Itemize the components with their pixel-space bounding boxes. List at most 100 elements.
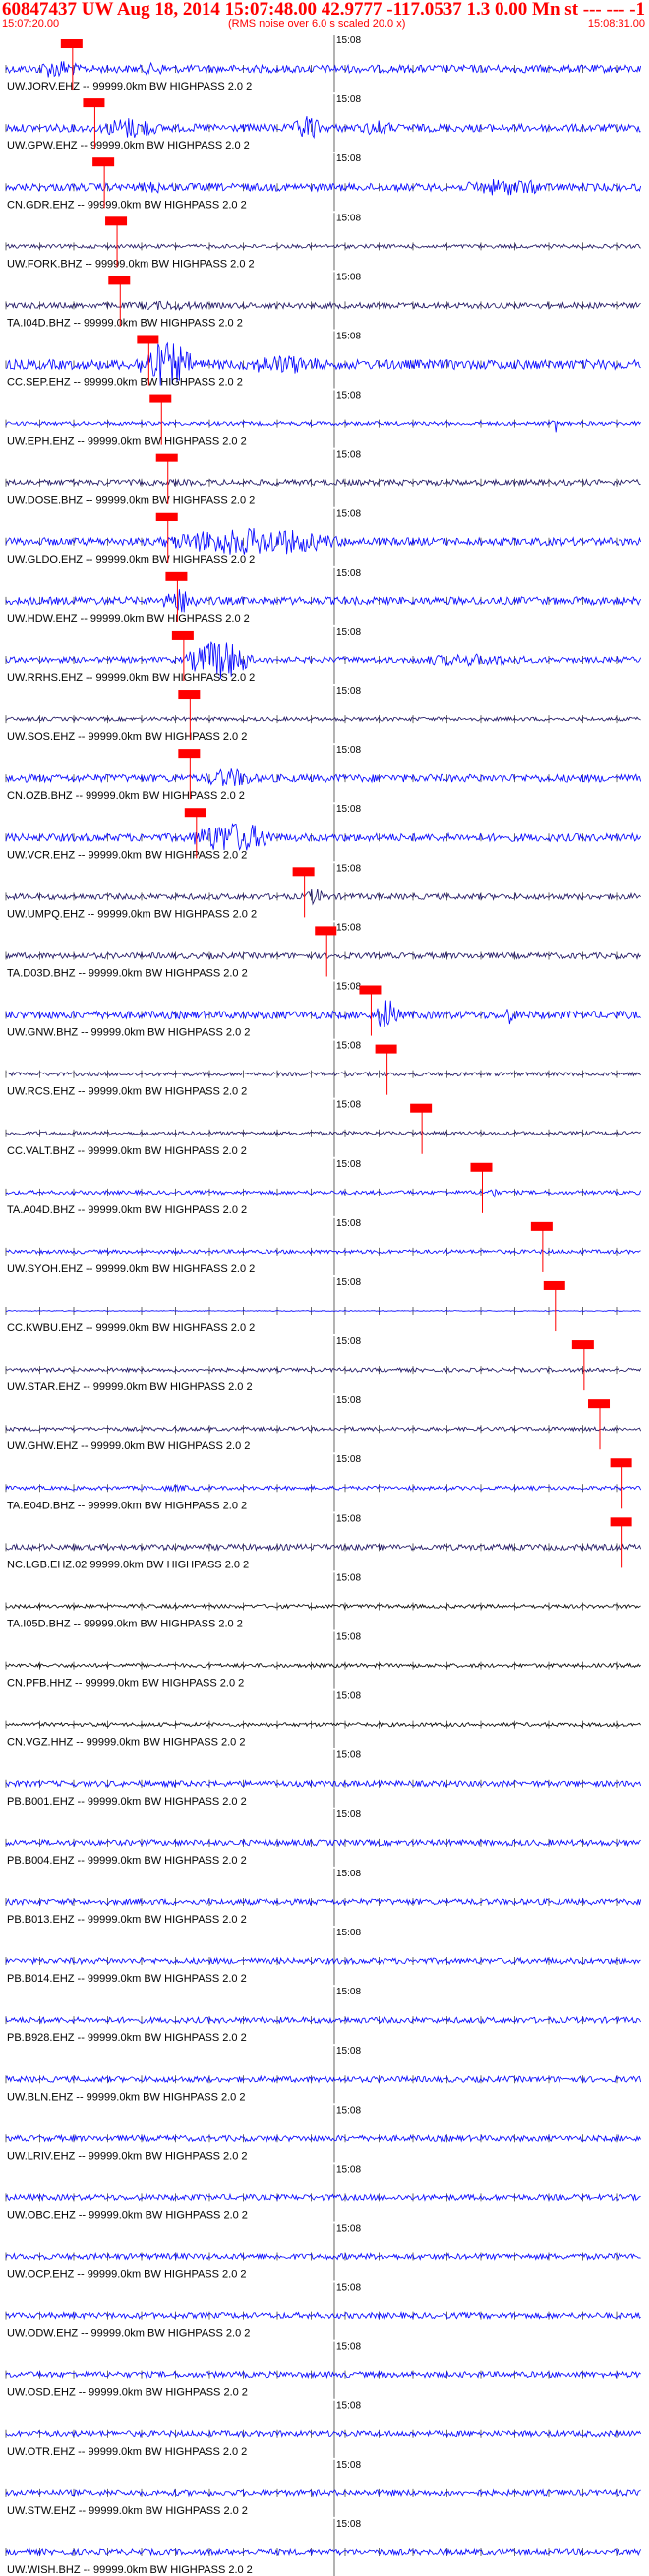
trace-row: 15:08 UW.OSD.EHZ -- 99999.0km BW HIGHPASS… [5, 2341, 641, 2399]
station-label: UW.STAR.EHZ -- 99999.0km BW HIGHPASS 2.0… [7, 1381, 253, 1393]
waveform [5, 2015, 641, 2025]
phase-pick-flag [470, 1162, 493, 1172]
rms-note: (RMS noise over 6.0 s scaled 20.0 x) [228, 18, 406, 30]
station-label: PB.B014.EHZ -- 99999.0km BW HIGHPASS 2.0… [7, 1973, 247, 1985]
trace-row: 15:08 CC.VALT.BHZ -- 99999.0km BW HIGHPAS… [5, 1099, 641, 1157]
waveform [5, 2133, 641, 2143]
time-label: 15:08 [336, 450, 361, 460]
station-label: UW.RCS.EHZ -- 99999.0km BW HIGHPASS 2.0 … [7, 1086, 247, 1098]
trace-row: 15:08 TA.D03D.BHZ -- 99999.0km BW HIGHPAS… [5, 922, 641, 980]
event-header: 60847437 UW Aug 18, 2014 15:07:48.00 42.… [0, 0, 649, 33]
trace-row: 15:08 UW.EPH.EHZ -- 99999.0km BW HIGHPASS… [5, 390, 641, 448]
waveform [5, 2547, 641, 2557]
waveform [5, 61, 641, 78]
waveform [5, 1188, 641, 1198]
time-label: 15:08 [336, 2460, 361, 2471]
trace-row: 15:08 UW.BLN.EHZ -- 99999.0km BW HIGHPASS… [5, 2046, 641, 2104]
waveform [5, 2252, 641, 2261]
station-label: UW.UMPQ.EHZ -- 99999.0km BW HIGHPASS 2.0… [7, 908, 257, 920]
station-label: UW.HDW.EHZ -- 99999.0km BW HIGHPASS 2.0 … [7, 613, 250, 625]
trace-row: 15:08 UW.OTR.EHZ -- 99999.0km BW HIGHPASS… [5, 2400, 641, 2458]
time-label: 15:08 [336, 1750, 361, 1761]
time-label: 15:08 [336, 1277, 361, 1288]
start-time: 15:07:20.00 [2, 18, 60, 30]
waveform [5, 1071, 641, 1077]
time-label: 15:08 [336, 35, 361, 46]
phase-pick-flag [359, 985, 382, 995]
phase-pick-flag [410, 1103, 433, 1113]
trace-row: 15:08 UW.GNW.BHZ -- 99999.0km BW HIGHPASS… [5, 981, 641, 1039]
time-label: 15:08 [336, 1100, 361, 1111]
station-label: UW.WISH.BHZ -- 99999.0km BW HIGHPASS 2.0… [7, 2564, 253, 2576]
time-label: 15:08 [336, 686, 361, 697]
trace-row: 15:08 CC.KWBU.EHZ -- 99999.0km BW HIGHPAS… [5, 1276, 641, 1335]
waveform [5, 527, 641, 555]
trace-row: 15:08 UW.UMPQ.EHZ -- 99999.0km BW HIGHPAS… [5, 863, 641, 921]
time-label: 15:08 [336, 1869, 361, 1879]
station-label: TA.E04D.BHZ -- 99999.0km BW HIGHPASS 2.0… [7, 1500, 247, 1511]
station-label: PB.B004.EHZ -- 99999.0km BW HIGHPASS 2.0… [7, 1855, 247, 1867]
waveform [5, 768, 641, 787]
trace-row: 15:08 TA.A04D.BHZ -- 99999.0km BW HIGHPAS… [5, 1158, 641, 1216]
station-label: CN.VGZ.HHZ -- 99999.0km BW HIGHPASS 2.0 … [7, 1737, 245, 1748]
waveform [5, 178, 641, 196]
time-label: 15:08 [336, 94, 361, 105]
station-label: UW.FORK.BHZ -- 99999.0km BW HIGHPASS 2.0… [7, 258, 255, 270]
station-label: UW.OTR.EHZ -- 99999.0km BW HIGHPASS 2.0 … [7, 2446, 247, 2458]
phase-pick-flag [92, 157, 115, 167]
waveform [5, 1542, 641, 1552]
seismogram-traces: 15:08 UW.JORV.EHZ -- 99999.0km BW HIGHPAS… [5, 35, 641, 2576]
waveform [5, 1662, 641, 1669]
trace-row: 15:08 UW.GLDO.EHZ -- 99999.0km BW HIGHPAS… [5, 509, 641, 566]
waveform [5, 420, 641, 433]
station-label: UW.GLDO.EHZ -- 99999.0km BW HIGHPASS 2.0… [7, 554, 255, 566]
trace-row: 15:08 UW.VCR.EHZ -- 99999.0km BW HIGHPASS… [5, 804, 641, 862]
waveform [5, 1838, 641, 1848]
waveform [5, 1426, 641, 1433]
waveform [5, 1897, 641, 1907]
waveform [5, 478, 641, 488]
phase-pick-flag [610, 1458, 632, 1468]
trace-row: 15:08 UW.FORK.BHZ -- 99999.0km BW HIGHPAS… [5, 213, 641, 271]
station-label: UW.LRIV.EHZ -- 99999.0km BW HIGHPASS 2.0… [7, 2150, 248, 2162]
waveform [5, 2311, 641, 2320]
station-label: UW.OBC.EHZ -- 99999.0km BW HIGHPASS 2.0 … [7, 2209, 248, 2221]
waveform [5, 1779, 641, 1789]
phase-pick-flag [178, 690, 201, 700]
time-label: 15:08 [336, 1987, 361, 1997]
station-label: UW.DOSE.BHZ -- 99999.0km BW HIGHPASS 2.0… [7, 495, 255, 507]
phase-pick-flag [571, 1340, 594, 1350]
waveform [5, 300, 641, 311]
station-label: UW.GNW.BHZ -- 99999.0km BW HIGHPASS 2.0 … [7, 1027, 250, 1039]
trace-row: 15:08 PB.B014.EHZ -- 99999.0km BW HIGHPAS… [5, 1927, 641, 1986]
trace-row: 15:08 UW.GHW.EHZ -- 99999.0km BW HIGHPASS… [5, 1395, 641, 1453]
station-label: TA.I04D.BHZ -- 99999.0km BW HIGHPASS 2.0… [7, 317, 243, 329]
station-label: UW.GPW.EHZ -- 99999.0km BW HIGHPASS 2.0 … [7, 140, 250, 152]
time-label: 15:08 [336, 804, 361, 815]
trace-row: 15:08 UW.JORV.EHZ -- 99999.0km BW HIGHPAS… [5, 35, 641, 93]
waveform [5, 1000, 641, 1027]
phase-pick-flag [155, 512, 178, 521]
time-label: 15:08 [336, 1928, 361, 1938]
station-label: CC.SEP.EHZ -- 99999.0km BW HIGHPASS 2.0 … [7, 377, 243, 389]
time-label: 15:08 [336, 627, 361, 638]
trace-row: 15:08 NC.LGB.EHZ.02 99999.0km BW HIGHPASS… [5, 1513, 641, 1571]
time-label: 15:08 [336, 922, 361, 933]
time-label: 15:08 [336, 1395, 361, 1406]
time-label: 15:08 [336, 2283, 361, 2294]
station-label: UW.JORV.EHZ -- 99999.0km BW HIGHPASS 2.0… [7, 81, 252, 92]
station-label: UW.OCP.EHZ -- 99999.0km BW HIGHPASS 2.0 … [7, 2269, 247, 2281]
waveform [5, 1130, 641, 1136]
waveform [5, 1310, 641, 1312]
time-label: 15:08 [336, 1572, 361, 1583]
waveform [5, 2429, 641, 2439]
phase-pick-flag [588, 1399, 611, 1409]
phase-pick-flag [610, 1517, 632, 1527]
phase-pick-flag [137, 335, 159, 344]
trace-row: 15:08 UW.LRIV.EHZ -- 99999.0km BW HIGHPAS… [5, 2105, 641, 2163]
station-label: UW.OSD.EHZ -- 99999.0km BW HIGHPASS 2.0 … [7, 2387, 248, 2399]
phase-pick-flag [108, 276, 131, 285]
station-label: UW.VCR.EHZ -- 99999.0km BW HIGHPASS 2.0 … [7, 849, 247, 861]
station-label: CN.PFB.HHZ -- 99999.0km BW HIGHPASS 2.0 … [7, 1678, 244, 1689]
time-label: 15:08 [336, 272, 361, 282]
